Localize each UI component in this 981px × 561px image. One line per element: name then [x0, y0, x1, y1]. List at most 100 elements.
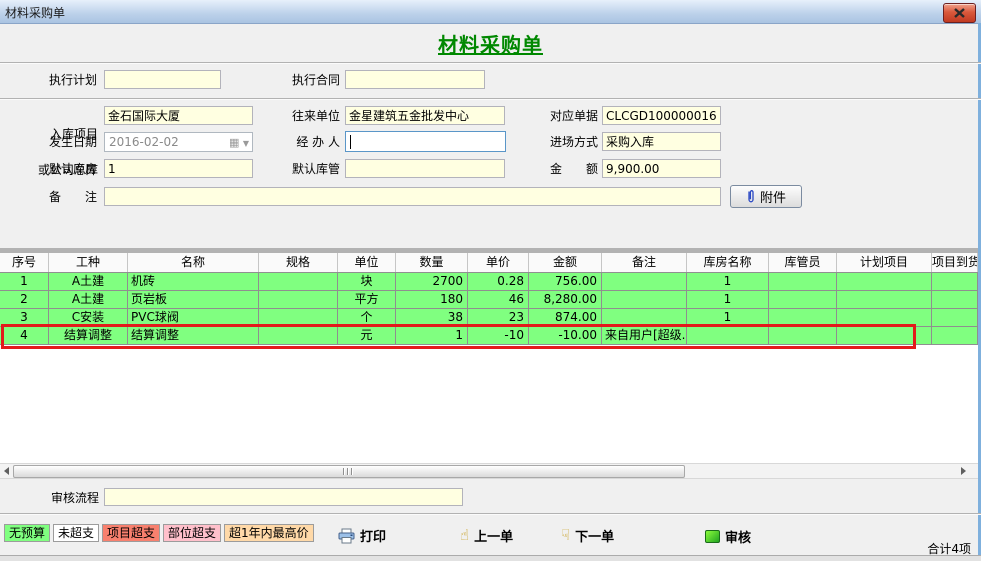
col-header[interactable]: 金额: [529, 253, 602, 272]
cell: 1: [687, 273, 769, 291]
cell: [259, 273, 338, 291]
items-table: 序号 工种 名称 规格 单位 数量 单价 金额 备注 库房名称 库管员 计划项目…: [0, 253, 978, 463]
col-header[interactable]: 计划项目: [837, 253, 932, 272]
cell: 平方: [338, 291, 396, 309]
col-header[interactable]: 备注: [602, 253, 687, 272]
review-flow-input[interactable]: [104, 488, 463, 506]
cell: [837, 273, 932, 291]
col-header[interactable]: 数量: [396, 253, 468, 272]
col-header[interactable]: 规格: [259, 253, 338, 272]
cell: 2700: [396, 273, 468, 291]
cell: [932, 327, 978, 345]
counterparty-input[interactable]: [345, 106, 505, 125]
col-header[interactable]: 单位: [338, 253, 396, 272]
cell: [259, 291, 338, 309]
exec-plan-input[interactable]: [104, 70, 221, 89]
cell: [602, 273, 687, 291]
next-order-label: 下一单: [575, 526, 614, 545]
window-bottom-border: [0, 555, 981, 561]
cell: 页岩板: [128, 291, 259, 309]
cell: 756.00: [529, 273, 602, 291]
separator: [0, 62, 981, 64]
entry-mode-label: 进场方式: [501, 132, 598, 152]
exec-contract-input[interactable]: [345, 70, 485, 89]
exec-contract-label: 执行合同: [243, 70, 340, 90]
cell: 个: [338, 309, 396, 327]
table-row[interactable]: 1 A土建 机砖 块 2700 0.28 756.00 1: [0, 273, 978, 291]
scroll-left-arrow[interactable]: [1, 466, 11, 476]
calendar-icon: ▦: [229, 136, 239, 149]
audit-button[interactable]: 审核: [705, 527, 751, 546]
window-titlebar: 材料采购单: [0, 0, 981, 24]
print-button-label: 打印: [360, 526, 386, 545]
entry-mode-input[interactable]: [602, 132, 721, 151]
col-header[interactable]: 项目到货: [932, 253, 978, 272]
col-header[interactable]: 单价: [468, 253, 529, 272]
printer-icon: [338, 528, 355, 544]
next-order-button[interactable]: ☟ 下一单: [561, 526, 614, 545]
col-header[interactable]: 工种: [49, 253, 128, 272]
cell: [259, 327, 338, 345]
cell: 元: [338, 327, 396, 345]
handler-label: 经 办 人: [243, 132, 340, 152]
window-title: 材料采购单: [5, 4, 65, 21]
cell: [769, 309, 837, 327]
doc-no-label: 对应单据: [501, 106, 598, 126]
horizontal-scrollbar[interactable]: [0, 463, 978, 479]
cell: -10.00: [529, 327, 602, 345]
doc-no-input[interactable]: [602, 106, 721, 125]
scrollbar-grip: [343, 468, 355, 475]
hand-down-icon: ☟: [561, 528, 570, 543]
table-row[interactable]: 3 C安装 PVC球阀 个 38 23 874.00 1: [0, 309, 978, 327]
attachment-button[interactable]: 附件: [730, 185, 802, 208]
remark-label: 备 注: [0, 187, 97, 207]
date-value: 2016-02-02: [109, 135, 179, 149]
handler-input[interactable]: [345, 131, 506, 152]
cell: [602, 291, 687, 309]
cell: 2: [0, 291, 49, 309]
remark-input[interactable]: [104, 187, 721, 206]
table-row[interactable]: 2 A土建 页岩板 平方 180 46 8,280.00 1: [0, 291, 978, 309]
total-items-label: 合计4项: [927, 540, 971, 557]
cell: A土建: [49, 273, 128, 291]
cell: [837, 327, 932, 345]
cell: 来自用户[超级.: [602, 327, 687, 345]
badge-highest-price-1yr: 超1年内最高价: [224, 524, 314, 542]
material-purchase-order-window: 材料采购单 材料采购单 执行计划 执行合同 入库项目 或公司总库 往来单位 对应…: [0, 0, 981, 561]
separator: [0, 98, 981, 100]
paperclip-icon: [746, 189, 756, 204]
table-row-highlighted[interactable]: 4 结算调整 结算调整 元 1 -10 -10.00 来自用户[超级.: [0, 327, 978, 345]
cell: 1: [396, 327, 468, 345]
col-header[interactable]: 名称: [128, 253, 259, 272]
warehouse-input[interactable]: [104, 159, 253, 178]
counterparty-label: 往来单位: [243, 106, 340, 126]
keeper-label: 默认库管: [243, 159, 340, 179]
badge-part-overspent: 部位超支: [163, 524, 221, 542]
previous-order-button[interactable]: ☝ 上一单: [460, 526, 513, 545]
scrollbar-thumb[interactable]: [13, 465, 685, 478]
cell: 8,280.00: [529, 291, 602, 309]
keeper-input[interactable]: [345, 159, 505, 178]
cell: [602, 309, 687, 327]
cell: 机砖: [128, 273, 259, 291]
cell: C安装: [49, 309, 128, 327]
close-button[interactable]: [943, 3, 976, 23]
scroll-right-arrow[interactable]: [958, 466, 968, 476]
col-header[interactable]: 序号: [0, 253, 49, 272]
cell: 3: [0, 309, 49, 327]
print-button[interactable]: 打印: [338, 526, 386, 545]
cell: 1: [687, 291, 769, 309]
col-header[interactable]: 库管员: [769, 253, 837, 272]
cell: 4: [0, 327, 49, 345]
cell: [769, 273, 837, 291]
amount-input[interactable]: [602, 159, 721, 178]
date-picker[interactable]: 2016-02-02 ▦ ▼: [104, 132, 253, 152]
col-header[interactable]: 库房名称: [687, 253, 769, 272]
badge-not-overspent: 未超支: [53, 524, 99, 542]
project-input[interactable]: [104, 106, 253, 125]
cell: [687, 327, 769, 345]
close-icon: [954, 8, 965, 18]
cell: 结算调整: [49, 327, 128, 345]
cell: [837, 291, 932, 309]
exec-plan-label: 执行计划: [0, 70, 97, 90]
